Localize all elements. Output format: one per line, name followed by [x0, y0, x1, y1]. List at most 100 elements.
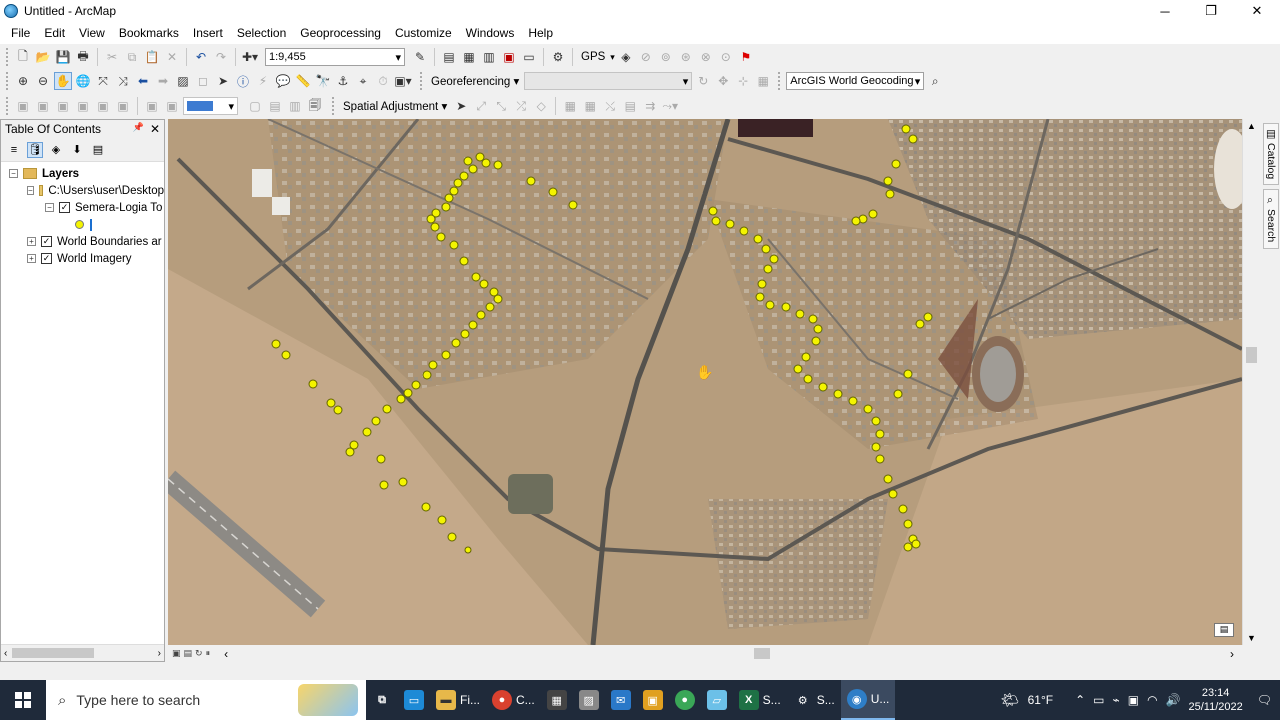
select-elements-icon[interactable]: ➤	[214, 72, 232, 90]
attribute-transfer-icon[interactable]: ⇉	[641, 97, 659, 115]
weather-temp[interactable]: 61°F	[1028, 693, 1053, 707]
select-features-icon[interactable]: ▨	[174, 72, 192, 90]
taskbar-app-excel[interactable]: X S...	[733, 680, 787, 720]
html-popup-icon[interactable]: 💬	[274, 72, 292, 90]
draw-tool-icon[interactable]: ▢	[246, 97, 264, 115]
menu-customize[interactable]: Customize	[388, 26, 459, 40]
gps-trail-icon[interactable]: ⊙	[717, 48, 735, 66]
toc-layer-row[interactable]: + ✓ World Imagery	[1, 250, 164, 267]
cut-icon[interactable]: ✂	[103, 48, 121, 66]
find-icon[interactable]: 🔭	[314, 72, 332, 90]
shift-icon[interactable]: ✥	[714, 72, 732, 90]
forward-icon[interactable]: ➡	[154, 72, 172, 90]
pan-icon[interactable]: ✋	[54, 72, 72, 90]
distance-icon[interactable]: ▣	[114, 97, 132, 115]
new-displacement-icon[interactable]: ▦	[581, 97, 599, 115]
list-by-source-icon[interactable]: 🛢	[27, 141, 43, 158]
clear-selection-icon[interactable]: ◻	[194, 72, 212, 90]
identify-icon[interactable]: ⓘ	[234, 72, 252, 90]
layer-visibility-checkbox[interactable]: ✓	[41, 253, 52, 264]
model-builder-icon[interactable]: ⚙	[549, 48, 567, 66]
map-horizontal-scrollbar[interactable]: ▣ ▤ ↻ ⏸ ‹ ›	[168, 645, 1242, 662]
map-scale-combo[interactable]: 1:9,455 ▾	[265, 48, 405, 66]
trace-icon[interactable]: ▣	[54, 97, 72, 115]
options-icon[interactable]: ▤	[90, 142, 106, 158]
find-address-icon[interactable]: ⌕	[926, 72, 944, 90]
rotate-icon[interactable]: ↻	[694, 72, 712, 90]
taskbar-app-chrome2[interactable]: ●	[669, 680, 701, 720]
limited-adjustment-icon[interactable]: ▦	[561, 97, 579, 115]
taskbar-app-chrome[interactable]: ● C...	[486, 680, 541, 720]
taskbar-app-mail[interactable]: ✉	[605, 680, 637, 720]
notifications-icon[interactable]: 🗨	[1257, 693, 1272, 707]
clock[interactable]: 23:14 25/11/2022	[1189, 686, 1243, 714]
straight-segment-icon[interactable]: ▣	[34, 97, 52, 115]
pin-icon[interactable]: 📌	[133, 122, 144, 136]
catalog-window-icon[interactable]: ▦	[460, 48, 478, 66]
map-vertical-scrollbar[interactable]: ▲ ▼	[1242, 119, 1259, 645]
new-document-icon[interactable]: 🗋	[14, 48, 32, 66]
maximize-button[interactable]: ❐	[1188, 0, 1234, 22]
menu-geoprocessing[interactable]: Geoprocessing	[293, 26, 388, 40]
delete-icon[interactable]: ✕	[163, 48, 181, 66]
link-table-icon[interactable]: ▦	[754, 72, 772, 90]
clear-displacement-icon[interactable]: ⤯	[601, 97, 619, 115]
draw-tool3-icon[interactable]: ▥	[286, 97, 304, 115]
fixed-zoom-out-icon[interactable]: ⤨	[114, 72, 132, 90]
spatial-adjustment-menu[interactable]: Spatial Adjustment ▾	[340, 99, 450, 113]
open-icon[interactable]: 📂	[34, 48, 52, 66]
scroll-up-icon[interactable]: ▲	[1247, 121, 1256, 131]
scroll-down-icon[interactable]: ▼	[1247, 633, 1256, 643]
color-combo[interactable]: ▾	[183, 97, 238, 115]
scroll-left-icon[interactable]: ‹	[224, 647, 228, 661]
toc-close-icon[interactable]: ✕	[150, 122, 160, 136]
edge-match-icon[interactable]: ⤳▾	[661, 97, 679, 115]
map-view[interactable]: ✋ ▤	[168, 119, 1242, 645]
search-window-icon[interactable]: ▥	[480, 48, 498, 66]
multiple-link-icon[interactable]: ⤮	[512, 97, 530, 115]
collapse-icon[interactable]: −	[27, 186, 34, 195]
list-by-drawing-order-icon[interactable]: ≡	[6, 142, 22, 158]
arctoolbox-icon[interactable]: ▣	[500, 48, 518, 66]
magnifier-icon[interactable]: ▤	[1214, 623, 1234, 637]
layout-view-icon[interactable]: ▤	[184, 648, 193, 659]
toolbar-grip[interactable]	[420, 72, 424, 90]
add-control-points-icon[interactable]: ⊹	[734, 72, 752, 90]
select-elements-icon[interactable]: ➤	[452, 97, 470, 115]
endpoint-arc-icon[interactable]: ▣	[74, 97, 92, 115]
gps-menu[interactable]: GPS	[578, 51, 608, 63]
menu-file[interactable]: File	[4, 26, 37, 40]
draw-tool2-icon[interactable]: ▤	[266, 97, 284, 115]
taskbar-app-explorer[interactable]: ▬ Fi...	[430, 680, 486, 720]
layer-visibility-checkbox[interactable]: ✓	[41, 236, 52, 247]
scroll-right-icon[interactable]: ›	[1230, 647, 1234, 661]
catalog-tab[interactable]: ▤ Catalog	[1263, 123, 1279, 185]
midpoint-icon[interactable]: ▣	[94, 97, 112, 115]
toc-layer-row[interactable]: − ✓ Semera-Logia To	[1, 199, 164, 216]
scroll-left-icon[interactable]: ‹	[4, 648, 7, 659]
toc-layers-row[interactable]: − Layers	[1, 165, 164, 182]
network-usb-icon[interactable]: ⌁	[1113, 693, 1120, 707]
zoom-in-icon[interactable]: ⊕	[14, 72, 32, 90]
data-view-icon[interactable]: ▣	[172, 648, 181, 659]
back-icon[interactable]: ⬅	[134, 72, 152, 90]
wifi-icon[interactable]: ◠	[1147, 693, 1157, 707]
new-link-icon[interactable]: ⤢	[472, 97, 490, 115]
gps-position-icon[interactable]: ◈	[617, 48, 635, 66]
minimize-button[interactable]: ─	[1142, 0, 1188, 22]
toolbar-grip[interactable]	[778, 72, 782, 90]
print-icon[interactable]: 🖶	[74, 48, 92, 66]
layout-tool2-icon[interactable]: ▣	[163, 97, 181, 115]
start-button[interactable]	[0, 680, 46, 720]
refresh-icon[interactable]: ↻	[195, 648, 203, 659]
xy-icon[interactable]: ⌖	[354, 72, 372, 90]
edit-link-icon[interactable]: ⤡	[492, 97, 510, 115]
collapse-icon[interactable]: −	[9, 169, 18, 178]
layer-visibility-checkbox[interactable]: ✓	[59, 202, 70, 213]
draw-tool4-icon[interactable]: 🗐	[306, 97, 324, 115]
georef-layer-combo[interactable]: ▾	[524, 72, 693, 90]
taskbar-search-input[interactable]: ⌕ Type here to search	[46, 680, 366, 720]
taskbar-app-image[interactable]: ▨	[573, 680, 605, 720]
viewer-icon[interactable]: ▣▾	[394, 72, 412, 90]
toc-folder-row[interactable]: − C:\Users\user\Desktop	[1, 182, 164, 199]
